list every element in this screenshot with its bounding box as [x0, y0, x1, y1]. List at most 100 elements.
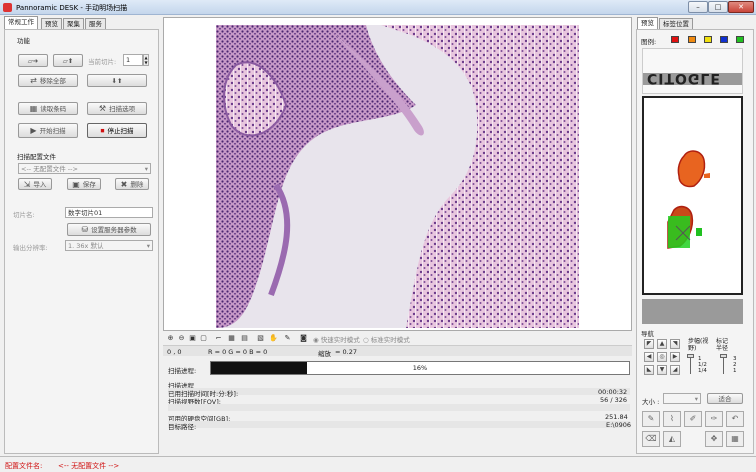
tab-service[interactable]: 服务 — [85, 18, 106, 29]
resolution-select[interactable]: 1. 36x 默认 ▾ — [65, 240, 153, 251]
brush-add-icon[interactable]: ✐ — [684, 411, 702, 427]
tab-preview[interactable]: 预览 — [41, 18, 62, 29]
swap-button[interactable]: ⬇⬆ — [87, 74, 147, 87]
scan-progress-percent: 16% — [412, 364, 428, 372]
zoom-fit-icon[interactable]: ▣ — [188, 334, 197, 343]
elapsed-time-value: 00:00:32 — [598, 388, 628, 396]
resolution-label: 输出分辨率: — [13, 244, 48, 252]
database-icon: ⛁ — [81, 225, 89, 234]
grid-icon[interactable]: ▦ — [227, 334, 236, 343]
app-icon — [3, 3, 12, 12]
legend-swatch-red — [671, 36, 679, 43]
barcode-icon: ▦ — [29, 104, 38, 113]
stripe — [168, 404, 630, 411]
target-path-label: 目标路径: — [168, 423, 197, 431]
scan-config-header: 扫描配置文件 — [17, 153, 56, 161]
step-slider-track — [690, 356, 691, 374]
tissue-overview-map — [667, 150, 710, 249]
save-icon: ▣ — [72, 180, 80, 189]
legend-swatch-yellow — [704, 36, 712, 43]
nav-center-icon[interactable]: ◎ — [657, 352, 667, 362]
zoom-in-icon[interactable]: ⊕ — [166, 334, 175, 343]
config-file-status-value: <-- 无配置文件 --> — [58, 462, 120, 470]
server-params-label: 设置服务器参数 — [91, 226, 137, 234]
zoom-out-icon[interactable]: ⊖ — [177, 334, 186, 343]
frame-icon[interactable]: ▤ — [240, 334, 249, 343]
eraser-icon[interactable]: ⌫ — [642, 431, 660, 447]
corner-icon[interactable]: ⌐ — [214, 334, 223, 343]
remove-all-label: 移除全部 — [39, 77, 66, 85]
current-slide-input[interactable]: 1 — [123, 54, 143, 66]
snapshot-icon[interactable]: ▧ — [256, 334, 265, 343]
close-button[interactable]: ✕ — [728, 1, 754, 13]
camera-icon[interactable]: ◙ — [299, 334, 308, 343]
remove-all-button[interactable]: ⇄ 移除全部 — [18, 74, 78, 87]
marker-slider-handle[interactable] — [720, 354, 727, 358]
pen-tool-icon[interactable]: ✎ — [642, 411, 660, 427]
marker-radius-label: 标记半径 — [716, 338, 729, 352]
scan-options-button[interactable]: ⚒ 扫描选项 — [87, 102, 147, 115]
config-file-status-label: 配置文件名: — [5, 462, 43, 470]
fit-button[interactable]: 适合 — [707, 393, 743, 404]
functions-header: 功能 — [17, 37, 30, 45]
move-icon[interactable]: ✥ — [705, 431, 723, 447]
minimize-button[interactable]: – — [688, 1, 708, 13]
config-file-select[interactable]: <-- 无配置文件 --> ▾ — [18, 163, 151, 174]
brush-icon[interactable]: ✎ — [283, 334, 292, 343]
nav-down-right-icon[interactable]: ◢ — [670, 365, 680, 375]
legend-swatch-orange — [688, 36, 696, 43]
nav-left-icon[interactable]: ◀ — [644, 352, 654, 362]
tab-general-work[interactable]: 常规工作 — [4, 16, 38, 29]
tab-focus[interactable]: 聚集 — [63, 18, 84, 29]
delete-icon: ✖ — [120, 180, 128, 189]
unload-slide-button[interactable]: ▱⬆ — [53, 54, 83, 67]
unload-arrow-icon: ▱⬆ — [62, 57, 74, 65]
save-button[interactable]: ▣ 保存 — [67, 178, 101, 190]
standard-live-mode-radio[interactable]: ○ 标准实时模式 — [363, 334, 410, 344]
undo-icon[interactable]: ↶ — [726, 411, 744, 427]
stop-scan-button[interactable]: ⏹ 停止扫描 — [87, 123, 147, 138]
hand-icon[interactable]: ✋ — [269, 334, 278, 343]
nav-up-icon[interactable]: ▲ — [657, 339, 667, 349]
viewer-area[interactable] — [163, 17, 632, 331]
nav-up-right-icon[interactable]: ◥ — [670, 339, 680, 349]
zoom-actual-icon[interactable]: ▢ — [199, 334, 208, 343]
fast-live-mode-label: 快速实时模式 — [320, 336, 360, 344]
nav-up-left-icon[interactable]: ◤ — [644, 339, 654, 349]
legend-swatch-green — [736, 36, 744, 43]
brush-remove-icon[interactable]: ✑ — [705, 411, 723, 427]
import-button[interactable]: ⇲ 导入 — [18, 178, 52, 190]
nav-down-icon[interactable]: ▼ — [657, 365, 667, 375]
resolution-value: 1. 36x 默认 — [68, 242, 104, 250]
slide-name-input[interactable]: 数字切片01 — [65, 207, 153, 218]
legend-swatch-blue — [720, 36, 728, 43]
step-slider-handle[interactable] — [687, 354, 694, 358]
config-file-value: <-- 无配置文件 --> — [21, 165, 78, 173]
scan-options-label: 扫描选项 — [109, 105, 136, 113]
flip-icon[interactable]: ◭ — [663, 431, 681, 447]
fast-live-mode-radio[interactable]: ◉ 快速实时模式 — [313, 334, 360, 344]
delete-button[interactable]: ✖ 删除 — [115, 178, 149, 190]
tab-label-position[interactable]: 标签位置 — [659, 18, 693, 29]
load-slide-button[interactable]: ▱➜ — [18, 54, 48, 67]
tissue-image[interactable] — [216, 25, 579, 328]
tab-right-preview[interactable]: 预览 — [637, 17, 658, 29]
slide-overview[interactable] — [642, 96, 743, 295]
brush-tool-icon[interactable]: ⌇ — [663, 411, 681, 427]
nav-down-left-icon[interactable]: ◣ — [644, 365, 654, 375]
legend-label: 图例: — [641, 38, 657, 46]
nav-right-icon[interactable]: ▶ — [670, 352, 680, 362]
size-select[interactable]: ▾ — [663, 393, 701, 404]
start-scan-button[interactable]: ▶ 开始扫描 — [18, 123, 78, 138]
server-params-button[interactable]: ⛁ 设置服务器参数 — [67, 223, 151, 236]
chevron-down-icon: ▾ — [146, 242, 150, 250]
start-scan-label: 开始扫描 — [39, 127, 66, 135]
swap-arrows-icon: ⬇⬆ — [111, 77, 123, 85]
read-barcode-button[interactable]: ▦ 读取条码 — [18, 102, 78, 115]
load-arrow-icon: ▱➜ — [27, 57, 39, 65]
current-slide-spinner[interactable]: ▲ ▼ — [143, 54, 149, 66]
maximize-button[interactable]: □ — [708, 1, 728, 13]
coords-bar: 0 , 0 R = 0 G = 0 B = 0 缩放 = 0.27 — [163, 345, 632, 358]
grid-tool-icon[interactable]: ▦ — [726, 431, 744, 447]
import-label: 导入 — [33, 180, 47, 189]
